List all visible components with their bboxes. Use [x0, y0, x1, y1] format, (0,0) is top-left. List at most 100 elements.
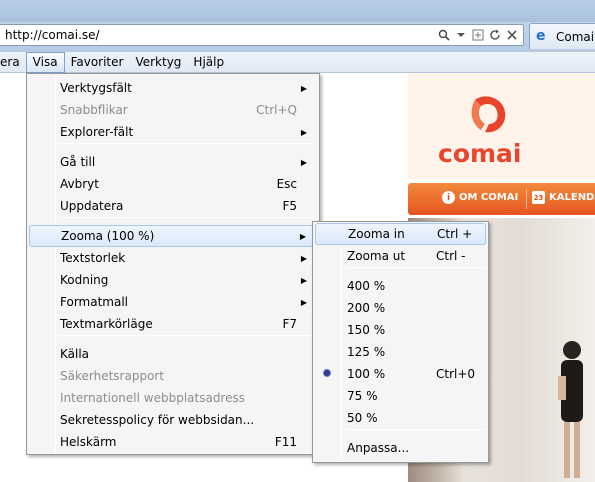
- nav-calendar[interactable]: 23 KALENDA: [532, 191, 595, 204]
- menu-item-shortcut: Ctrl +: [437, 227, 473, 241]
- refresh-icon[interactable]: [488, 27, 502, 43]
- menubar: era Visa Favoriter Verktyg Hjälp: [0, 52, 595, 73]
- title-strip: [0, 0, 595, 22]
- view-menu-item-encoding[interactable]: Kodning ▶: [29, 269, 317, 291]
- view-menu-item-caret-browsing[interactable]: Textmarkörläge F7: [29, 313, 317, 335]
- menu-item-label: Gå till: [60, 155, 96, 169]
- address-text: http://comai.se/: [5, 28, 100, 42]
- submenu-arrow-icon: ▶: [300, 83, 307, 93]
- menu-help[interactable]: Hjälp: [187, 52, 230, 73]
- zoom-item-zoom-out[interactable]: Zooma ut Ctrl -: [315, 245, 486, 267]
- calendar-icon: 23: [532, 191, 545, 204]
- zoom-item-200[interactable]: 200 %: [315, 297, 486, 319]
- view-menu-item-refresh[interactable]: Uppdatera F5: [29, 195, 317, 217]
- submenu-arrow-icon: ▶: [300, 297, 307, 307]
- view-menu-item-quick-tabs[interactable]: Snabbflikar Ctrl+Q: [29, 99, 317, 121]
- address-bar[interactable]: http://comai.se/: [0, 24, 524, 46]
- menu-separator: [59, 335, 315, 336]
- menu-item-label: Uppdatera: [60, 199, 124, 213]
- view-menu-item-zoom[interactable]: Zooma (100 %) ▶: [29, 225, 317, 247]
- menu-item-label: Textmarkörläge: [60, 317, 153, 331]
- menu-separator: [345, 429, 485, 430]
- submenu-arrow-icon: ▶: [300, 157, 307, 167]
- zoom-item-100[interactable]: 100 % Ctrl+0: [315, 363, 486, 385]
- site-logo-text[interactable]: comai: [438, 139, 521, 168]
- menu-item-label: Avbryt: [60, 177, 99, 191]
- person-figure: [558, 341, 583, 478]
- zoom-item-50[interactable]: 50 %: [315, 407, 486, 429]
- submenu-arrow-icon: ▶: [299, 231, 306, 241]
- view-menu: Verktygsfält ▶ Snabbflikar Ctrl+Q Explorer-f…: [26, 73, 320, 455]
- zoom-item-125[interactable]: 125 %: [315, 341, 486, 363]
- submenu-arrow-icon: ▶: [300, 127, 307, 137]
- zoom-item-75[interactable]: 75 %: [315, 385, 486, 407]
- menu-item-label: Zooma in: [348, 227, 405, 241]
- menu-separator: [59, 143, 315, 144]
- menu-item-shortcut: F5: [282, 199, 297, 213]
- menu-item-label: Textstorlek: [60, 251, 126, 265]
- view-menu-item-international-address[interactable]: Internationell webbplatsadress: [29, 387, 317, 409]
- nav-about-label: OM COMAI: [459, 192, 519, 203]
- view-menu-item-stop[interactable]: Avbryt Esc: [29, 173, 317, 195]
- view-menu-item-text-size[interactable]: Textstorlek ▶: [29, 247, 317, 269]
- view-menu-item-style[interactable]: Formatmall ▶: [29, 291, 317, 313]
- tab-title: Comai: [556, 30, 595, 44]
- menu-item-shortcut: Esc: [276, 177, 297, 191]
- menu-separator: [59, 217, 315, 218]
- nav-divider: [526, 189, 527, 209]
- menu-item-shortcut: Ctrl -: [436, 249, 466, 263]
- menu-favorites[interactable]: Favoriter: [65, 52, 130, 73]
- menu-edit[interactable]: era: [0, 52, 26, 73]
- menu-item-label: Zooma (100 %): [61, 229, 155, 243]
- nav-calendar-label: KALENDA: [549, 192, 595, 203]
- menu-item-label: Helskärm: [60, 435, 117, 449]
- menu-item-label: Formatmall: [60, 295, 128, 309]
- menu-item-label: Källa: [60, 347, 90, 361]
- menu-separator: [345, 267, 485, 268]
- menu-item-label: 75 %: [347, 389, 378, 403]
- view-menu-item-security-report[interactable]: Säkerhetsrapport: [29, 365, 317, 387]
- menu-tools[interactable]: Verktyg: [129, 52, 187, 73]
- view-menu-item-full-screen[interactable]: Helskärm F11: [29, 431, 317, 453]
- compatibility-view-icon[interactable]: [471, 27, 485, 43]
- view-menu-item-go-to[interactable]: Gå till ▶: [29, 151, 317, 173]
- menu-view[interactable]: Visa: [25, 52, 65, 73]
- menu-item-label: 400 %: [347, 279, 386, 293]
- submenu-arrow-icon: ▶: [300, 275, 307, 285]
- zoom-item-custom[interactable]: Anpassa...: [315, 437, 486, 459]
- menu-item-label: Anpassa...: [347, 441, 410, 455]
- menu-item-label: Sekretesspolicy för webbsidan...: [60, 413, 255, 427]
- zoom-submenu: Zooma in Ctrl + Zooma ut Ctrl - 400 % 200 % 15…: [312, 221, 489, 463]
- submenu-arrow-icon: ▶: [300, 253, 307, 263]
- zoom-item-400[interactable]: 400 %: [315, 275, 486, 297]
- menu-item-label: 50 %: [347, 411, 378, 425]
- radio-selected-icon: [324, 370, 330, 376]
- browser-tab[interactable]: e Comai: [529, 23, 595, 49]
- menu-item-shortcut: Ctrl+0: [436, 367, 476, 381]
- zoom-item-150[interactable]: 150 %: [315, 319, 486, 341]
- menu-item-label: Explorer-fält: [60, 125, 134, 139]
- site-header: comai: [408, 73, 595, 179]
- zoom-item-zoom-in[interactable]: Zooma in Ctrl +: [315, 223, 486, 245]
- nav-about[interactable]: i OM COMAI: [442, 191, 518, 204]
- menu-item-label: Snabbflikar: [60, 103, 128, 117]
- view-menu-item-explorer-bars[interactable]: Explorer-fält ▶: [29, 121, 317, 143]
- browser-toolbar: http://comai.se/ e Comai: [0, 0, 595, 52]
- view-menu-item-toolbars[interactable]: Verktygsfält ▶: [29, 77, 317, 99]
- menu-item-shortcut: F11: [274, 435, 297, 449]
- menu-item-label: 150 %: [347, 323, 386, 337]
- menu-item-label: Säkerhetsrapport: [60, 369, 165, 383]
- dropdown-arrow-icon[interactable]: [454, 27, 468, 43]
- comai-logo-icon: [471, 96, 506, 133]
- menu-item-label: Zooma ut: [347, 249, 406, 263]
- ie-logo-icon: e: [536, 28, 546, 44]
- menu-item-label: 200 %: [347, 301, 386, 315]
- stop-icon[interactable]: [505, 27, 519, 43]
- menu-item-shortcut: Ctrl+Q: [256, 103, 297, 117]
- view-menu-item-privacy-policy[interactable]: Sekretesspolicy för webbsidan...: [29, 409, 317, 431]
- view-menu-item-source[interactable]: Källa: [29, 343, 317, 365]
- menu-item-label: 100 %: [347, 367, 386, 381]
- menu-item-shortcut: F7: [282, 317, 297, 331]
- search-icon[interactable]: [437, 27, 451, 43]
- menu-item-label: Kodning: [60, 273, 109, 287]
